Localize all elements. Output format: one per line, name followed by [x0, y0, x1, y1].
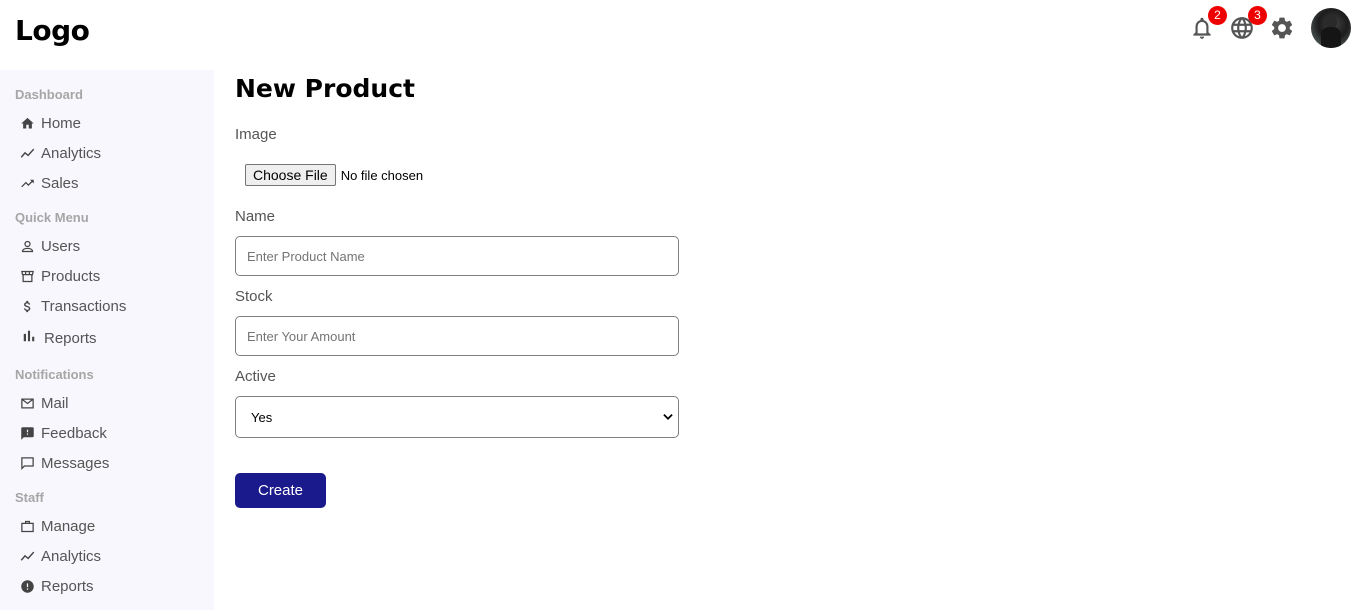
top-bar: Logo 2 3: [0, 0, 1366, 70]
sidebar-item-sales[interactable]: Sales: [20, 172, 79, 194]
sidebar-item-label: Home: [41, 114, 82, 132]
sidebar-item-staff-reports[interactable]: Reports: [20, 575, 94, 597]
active-select-value: Yes: [251, 409, 273, 425]
briefcase-icon: [21, 520, 34, 532]
create-button[interactable]: Create: [235, 473, 326, 508]
sidebar-item-label: Messages: [41, 454, 110, 472]
sidebar-section-quick-menu: Quick Menu: [15, 210, 89, 225]
sidebar-item-users[interactable]: Users: [20, 235, 80, 257]
sidebar-item-label: Reports: [41, 577, 94, 595]
home-icon: [21, 117, 34, 128]
sidebar-item-analytics[interactable]: Analytics: [20, 142, 101, 164]
avatar-body: [1321, 27, 1341, 48]
file-status: No file chosen: [340, 167, 424, 183]
sidebar-item-label: Analytics: [41, 144, 102, 162]
top-bar-icons: 2 3: [1189, 6, 1351, 48]
sidebar-section-dashboard: Dashboard: [15, 87, 83, 102]
chevron-down-icon: [663, 414, 673, 420]
sidebar-section-staff: Staff: [15, 490, 44, 505]
user-icon: [21, 240, 34, 252]
language-badge: 3: [1248, 6, 1267, 25]
sidebar: Dashboard Home Analytics Sales Quick Men…: [0, 70, 214, 610]
product-name-input[interactable]: [235, 236, 679, 276]
dollar-icon: [23, 300, 31, 312]
notifications-button[interactable]: 2: [1189, 6, 1227, 41]
notifications-badge: 2: [1208, 6, 1227, 25]
sidebar-item-label: Sales: [41, 174, 79, 192]
sidebar-item-transactions[interactable]: Transactions: [20, 295, 126, 317]
sidebar-item-label: Reports: [44, 329, 97, 347]
sidebar-item-mail[interactable]: Mail: [20, 392, 69, 414]
alert-circle-icon: [21, 579, 34, 593]
sidebar-item-label: Users: [41, 237, 81, 255]
sidebar-item-home[interactable]: Home: [20, 112, 81, 134]
active-label: Active: [235, 368, 276, 385]
storefront-icon: [21, 270, 34, 282]
trend-line-icon: [20, 551, 35, 561]
trend-line-icon: [20, 148, 35, 158]
page-title: New Product: [235, 74, 415, 103]
sidebar-item-label: Feedback: [41, 424, 107, 442]
sidebar-item-label: Analytics: [41, 547, 102, 565]
chat-bubble-icon: [21, 456, 34, 470]
image-file-input[interactable]: Choose File No file chosen: [245, 164, 423, 186]
user-avatar[interactable]: [1311, 8, 1351, 48]
logo[interactable]: Logo: [15, 14, 90, 47]
stock-input[interactable]: [235, 316, 679, 356]
feedback-icon: [21, 426, 34, 440]
stock-label: Stock: [235, 288, 273, 305]
sidebar-item-staff-analytics[interactable]: Analytics: [20, 545, 101, 567]
sidebar-item-messages[interactable]: Messages: [20, 452, 109, 474]
sidebar-item-feedback[interactable]: Feedback: [20, 422, 107, 444]
sidebar-item-label: Mail: [41, 394, 69, 412]
sidebar-item-reports[interactable]: Reports: [20, 327, 97, 349]
name-label: Name: [235, 208, 276, 225]
sidebar-item-products[interactable]: Products: [20, 265, 100, 287]
image-label: Image: [235, 126, 277, 143]
active-select[interactable]: Yes: [235, 396, 679, 438]
sidebar-item-label: Manage: [41, 517, 96, 535]
sidebar-item-label: Transactions: [41, 297, 127, 315]
trending-up-icon: [21, 179, 34, 187]
language-button[interactable]: 3: [1229, 6, 1267, 41]
settings-button[interactable]: [1269, 15, 1295, 41]
sidebar-item-manage[interactable]: Manage: [20, 515, 95, 537]
bar-chart-icon: [20, 327, 44, 349]
sidebar-item-label: Products: [41, 267, 101, 285]
mail-icon: [21, 398, 34, 408]
gear-icon: [1271, 17, 1293, 39]
sidebar-section-notifications: Notifications: [15, 367, 94, 382]
choose-file-button[interactable]: Choose File: [245, 164, 336, 186]
